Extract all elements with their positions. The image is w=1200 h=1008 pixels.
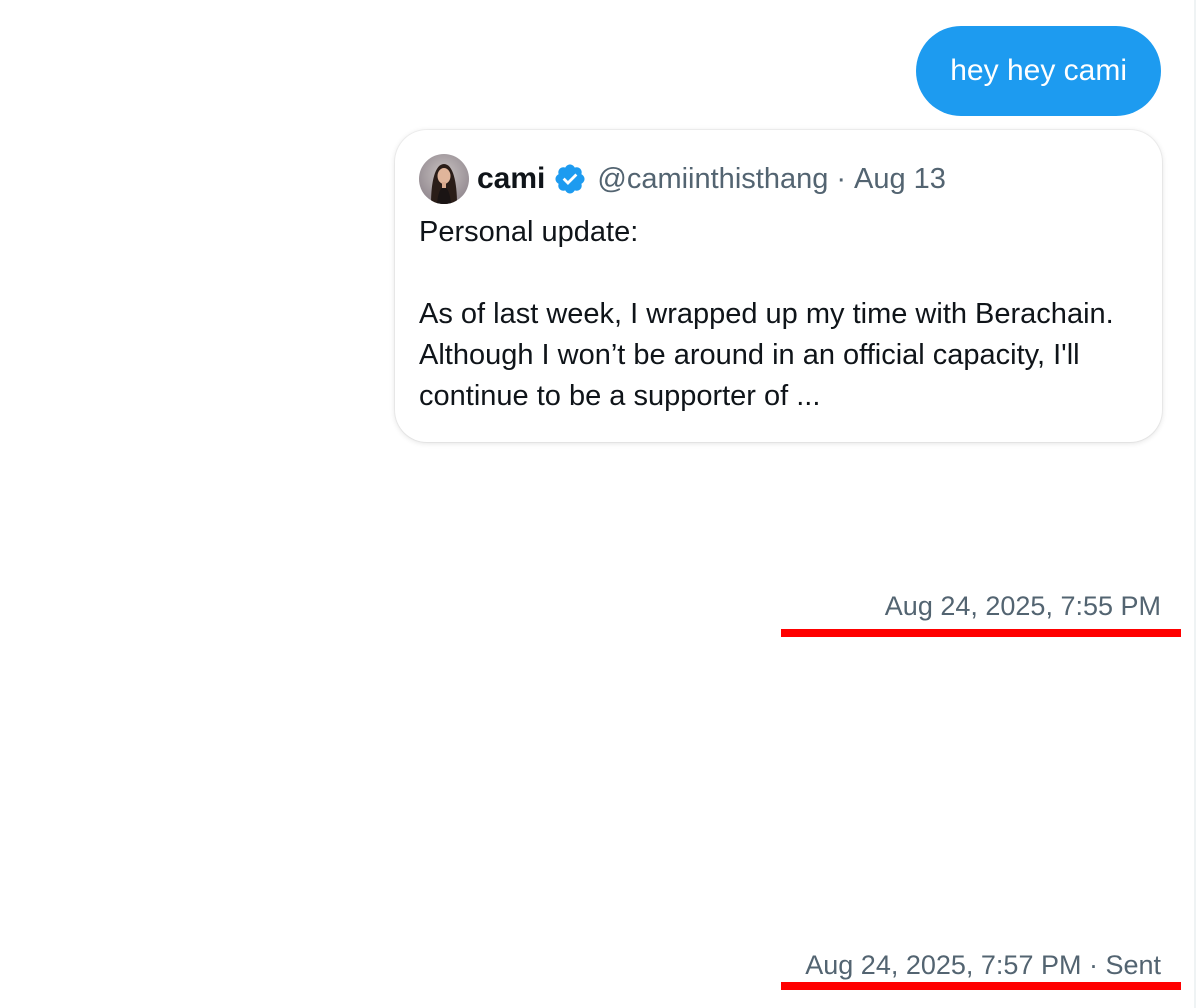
red-annotation-underline — [781, 629, 1181, 637]
message-sent-timestamp: Aug 24, 2025, 7:57 PM · Sent — [805, 950, 1161, 980]
quoted-tweet-header: cami @camiinthisthang · Aug 13 — [419, 154, 1138, 204]
panel-border — [1194, 0, 1196, 1008]
message-timestamp: Aug 24, 2025, 7:55 PM — [884, 591, 1161, 621]
quoted-tweet-card[interactable]: cami @camiinthisthang · Aug 13 Personal … — [395, 130, 1162, 442]
avatar-image — [419, 154, 469, 204]
quoted-date[interactable]: Aug 13 — [854, 163, 946, 196]
quoted-author-name[interactable]: cami — [477, 162, 545, 196]
red-annotation-underline — [781, 982, 1181, 990]
dm-conversation: hey hey cami cami @camiinthisthang · Aug… — [0, 0, 1200, 1008]
avatar[interactable] — [419, 154, 469, 204]
quoted-handle[interactable]: @camiinthisthang — [597, 163, 828, 196]
quoted-tweet-text: Personal update: As of last week, I wrap… — [419, 216, 1114, 412]
meta-separator: · — [836, 162, 847, 195]
sent-message-bubble[interactable]: hey hey cami — [916, 26, 1161, 116]
verified-badge-icon — [555, 164, 585, 194]
